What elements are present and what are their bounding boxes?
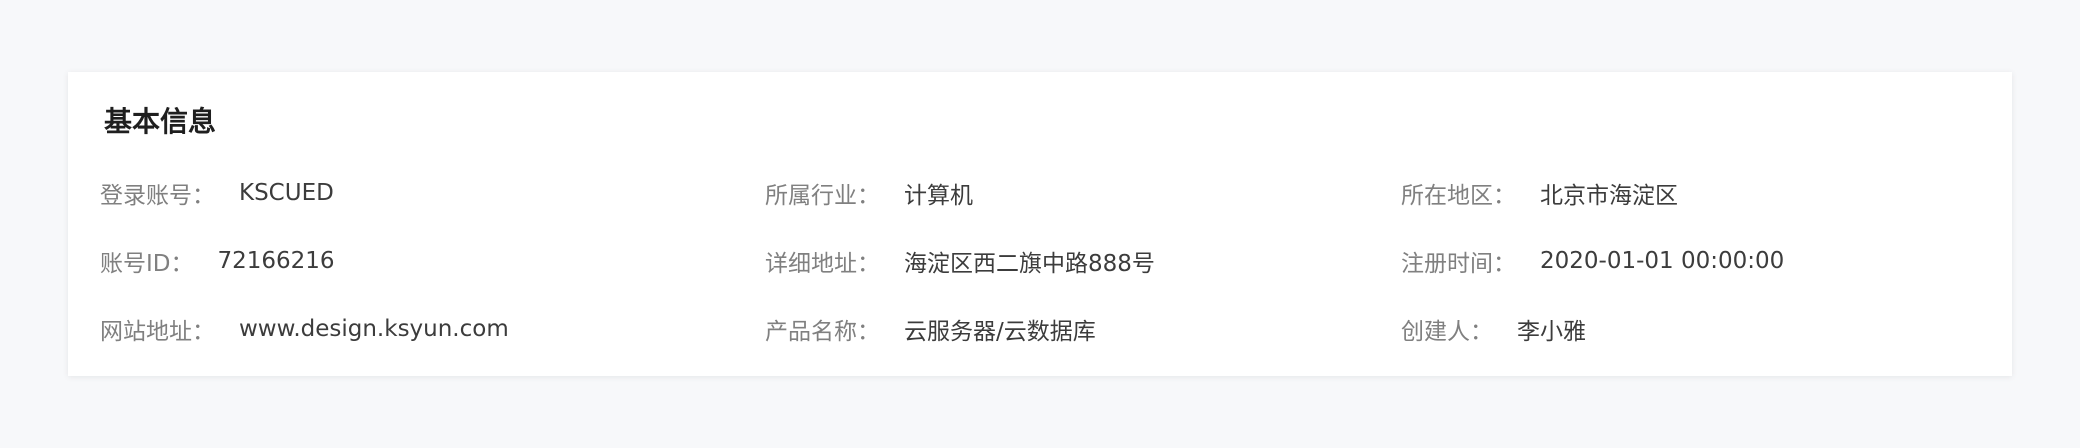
field-value: 72166216 xyxy=(217,248,335,274)
field-value: 2020-01-01 00:00:00 xyxy=(1540,248,1785,274)
basic-info-card: 基本信息 登录账号： KSCUED 所属行业： 计算机 所在地区： 北京市海淀区… xyxy=(68,72,2012,376)
field-value: 计算机 xyxy=(904,183,973,209)
field-label: 注册时间： xyxy=(1401,251,1516,277)
field-value: 李小雅 xyxy=(1517,319,1586,345)
field-label: 网站地址： xyxy=(100,319,215,345)
field-website: 网站地址： www.design.ksyun.com xyxy=(100,308,765,350)
field-detailed-address: 详细地址： 海淀区西二旗中路888号 xyxy=(765,240,1401,282)
field-label: 账号ID： xyxy=(100,251,194,277)
field-creator: 创建人： 李小雅 xyxy=(1401,308,1980,350)
field-label: 所属行业： xyxy=(765,183,880,209)
field-label: 登录账号： xyxy=(100,183,215,209)
section-title: 基本信息 xyxy=(104,105,217,138)
field-value: 云服务器/云数据库 xyxy=(904,319,1096,345)
field-label: 所在地区： xyxy=(1401,183,1516,209)
field-label: 产品名称： xyxy=(765,319,880,345)
field-label: 创建人： xyxy=(1401,319,1493,345)
field-label: 详细地址： xyxy=(765,251,880,277)
field-industry: 所属行业： 计算机 xyxy=(765,172,1401,214)
field-register-time: 注册时间： 2020-01-01 00:00:00 xyxy=(1401,240,1980,282)
field-value: www.design.ksyun.com xyxy=(239,316,509,342)
field-region: 所在地区： 北京市海淀区 xyxy=(1401,172,1980,214)
info-grid: 登录账号： KSCUED 所属行业： 计算机 所在地区： 北京市海淀区 账号ID… xyxy=(100,172,1980,376)
field-login-account: 登录账号： KSCUED xyxy=(100,172,765,214)
field-value: 海淀区西二旗中路888号 xyxy=(904,251,1155,277)
field-account-id: 账号ID： 72166216 xyxy=(100,240,765,282)
field-value: 北京市海淀区 xyxy=(1540,183,1678,209)
field-product-name: 产品名称： 云服务器/云数据库 xyxy=(765,308,1401,350)
field-value: KSCUED xyxy=(239,180,334,206)
